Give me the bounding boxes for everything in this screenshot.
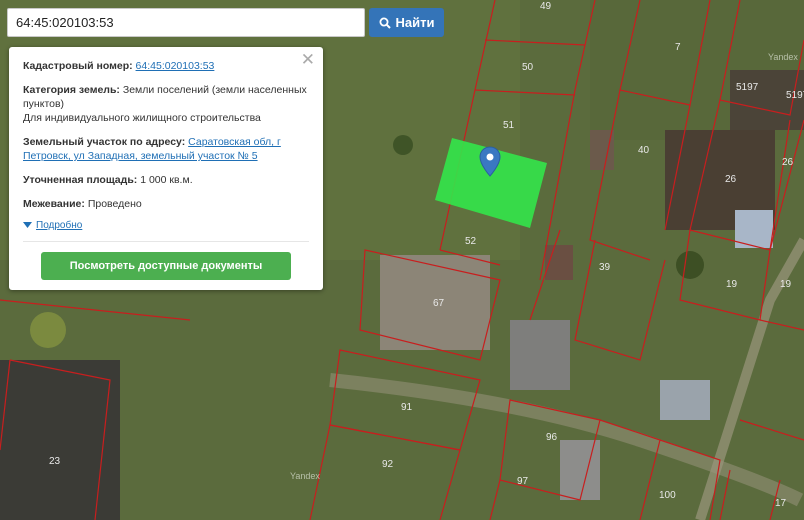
map-watermark: Yandex xyxy=(768,52,798,62)
cadastral-search-input[interactable] xyxy=(7,8,365,37)
parcel-label: 51 xyxy=(503,120,515,131)
parcel-label: 23 xyxy=(49,456,61,467)
parcel-label: 7 xyxy=(675,42,681,53)
close-icon[interactable]: ✕ xyxy=(301,51,315,69)
tree-3 xyxy=(676,251,704,279)
cadastral-number-label: Кадастровый номер: xyxy=(23,60,133,72)
parcel-label: 19 xyxy=(726,279,738,290)
caret-down-icon xyxy=(23,219,32,233)
parcel-label: 5197 xyxy=(786,90,804,101)
land-category-label: Категория земель: xyxy=(23,84,120,96)
search-icon xyxy=(379,17,391,29)
survey-value: Проведено xyxy=(87,198,142,210)
area-value: 1 000 кв.м. xyxy=(140,174,193,186)
house-roof xyxy=(510,320,570,390)
details-link[interactable]: Подробно xyxy=(36,219,82,233)
parcel-label: 92 xyxy=(382,459,394,470)
parcel-label: 39 xyxy=(599,262,611,273)
survey-row: Межевание: Проведено xyxy=(23,197,309,211)
location-pin-icon[interactable] xyxy=(479,146,501,183)
map-watermark: Yandex xyxy=(290,471,320,481)
parcel-label: 50 xyxy=(522,62,534,73)
find-button[interactable]: Найти xyxy=(369,8,444,37)
land-purpose: Для индивидуального жилищного строительс… xyxy=(23,112,261,124)
parcel-label: 67 xyxy=(433,298,445,309)
cadastral-number-row: Кадастровый номер: 64:45:020103:53 xyxy=(23,59,309,73)
area-row: Уточненная площадь: 1 000 кв.м. xyxy=(23,173,309,187)
land-category-row: Категория земель: Земли поселений (земли… xyxy=(23,83,309,125)
cadastral-number-link[interactable]: 64:45:020103:53 xyxy=(136,60,215,72)
find-button-label: Найти xyxy=(395,15,435,30)
parcel-label: 91 xyxy=(401,402,413,413)
survey-label: Межевание: xyxy=(23,198,85,210)
parcel-label: 100 xyxy=(659,490,676,501)
parcel-label: 40 xyxy=(638,145,650,156)
view-documents-button[interactable]: Посмотреть доступные документы xyxy=(41,252,291,280)
parcel-label: 52 xyxy=(465,236,477,247)
parcel-label: 5197 xyxy=(736,82,759,93)
house-roof-4 xyxy=(560,440,600,500)
details-toggle[interactable]: Подробно xyxy=(23,219,309,233)
house-roof-2 xyxy=(660,380,710,420)
parcel-label: 26 xyxy=(725,174,737,185)
parcel-label: 49 xyxy=(540,1,552,12)
tree-2 xyxy=(30,312,66,348)
address-label: Земельный участок по адресу: xyxy=(23,136,186,148)
tree xyxy=(393,135,413,155)
building-roof-sw xyxy=(0,360,120,520)
address-row: Земельный участок по адресу: Саратовская… xyxy=(23,135,309,163)
parcel-label: 17 xyxy=(775,498,787,509)
area-label: Уточненная площадь: xyxy=(23,174,138,186)
parcel-info-panel: ✕ Кадастровый номер: 64:45:020103:53 Кат… xyxy=(9,47,323,290)
parcel-label: 97 xyxy=(517,476,529,487)
parcel-label: 96 xyxy=(546,432,558,443)
divider xyxy=(23,241,309,242)
parcel-label: 19 xyxy=(780,279,792,290)
parcel-label: 26 xyxy=(782,157,794,168)
